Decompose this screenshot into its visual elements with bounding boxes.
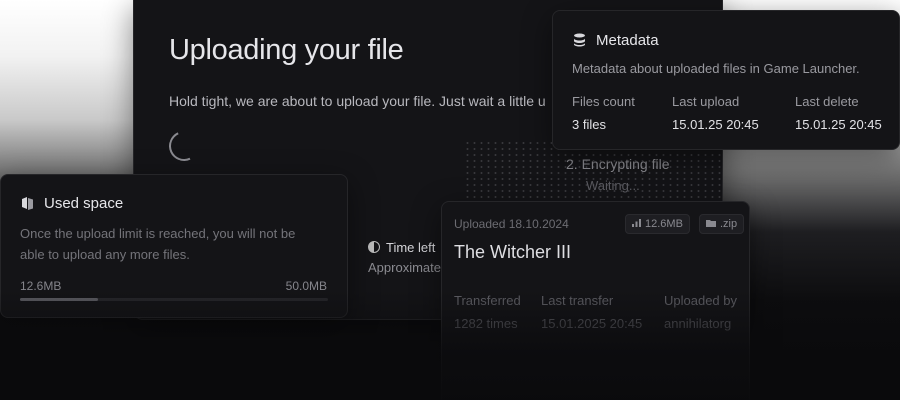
file-stat-label: Transferred xyxy=(454,293,521,308)
used-space-card: Used space Once the upload limit is reac… xyxy=(0,174,348,318)
bar-chart-icon xyxy=(632,219,641,227)
folder-icon xyxy=(706,220,716,227)
metadata-value: 15.01.25 20:45 xyxy=(795,117,882,132)
upload-step-status: Waiting... xyxy=(586,178,640,193)
database-icon xyxy=(573,33,586,51)
file-size-badge: 12.6MB xyxy=(625,214,690,234)
used-space-progress-fill xyxy=(20,298,98,301)
used-space-used: 12.6MB xyxy=(20,279,62,293)
file-stat-value: 1282 times xyxy=(454,316,518,331)
metadata-value: 3 files xyxy=(572,117,606,132)
used-space-header: Used space xyxy=(21,195,123,214)
upload-description: Hold tight, we are about to upload your … xyxy=(169,93,546,109)
upload-step-label: 2. Encrypting file xyxy=(566,156,670,172)
file-upload-date: Uploaded 18.10.2024 xyxy=(454,217,569,231)
used-space-progress-bar xyxy=(20,298,328,301)
loading-spinner-icon xyxy=(164,126,204,166)
metadata-label: Files count xyxy=(572,94,635,109)
upload-title: Uploading your file xyxy=(169,34,404,66)
metadata-label: Last upload xyxy=(672,94,740,109)
metadata-header: Metadata xyxy=(573,32,659,51)
storage-icon xyxy=(21,196,34,214)
file-card[interactable]: Uploaded 18.10.2024 12.6MB .zip The Witc… xyxy=(441,201,750,400)
file-type-text: .zip xyxy=(720,218,738,230)
metadata-label: Last delete xyxy=(795,94,859,109)
time-left-text: Time left xyxy=(386,240,436,255)
file-type-badge: .zip xyxy=(699,214,745,234)
metadata-card: Metadata Metadata about uploaded files i… xyxy=(552,10,900,150)
metadata-last-upload: Last upload 15.01.25 20:45 xyxy=(672,94,759,132)
file-stat-label: Uploaded by xyxy=(664,293,737,308)
used-space-title: Used space xyxy=(44,195,124,212)
file-size-text: 12.6MB xyxy=(645,218,683,230)
time-left-label: Time left xyxy=(368,240,435,255)
file-stat-value: 15.01.2025 20:45 xyxy=(541,316,643,331)
file-name: The Witcher III xyxy=(454,242,572,262)
metadata-title: Metadata xyxy=(596,32,659,49)
time-left-approx: Approximate xyxy=(368,260,441,275)
clock-icon xyxy=(368,241,380,253)
file-stat-transferred: Transferred 1282 times xyxy=(454,293,521,331)
metadata-files-count: Files count 3 files xyxy=(572,94,635,132)
used-space-limit: 50.0MB xyxy=(285,279,327,293)
file-stat-label: Last transfer xyxy=(541,293,614,308)
file-stat-value: annihilatorg xyxy=(664,316,732,331)
file-stat-last-transfer: Last transfer 15.01.2025 20:45 xyxy=(541,293,642,331)
used-space-description: Once the upload limit is reached, you wi… xyxy=(20,226,296,262)
metadata-subtitle: Metadata about uploaded files in Game La… xyxy=(572,61,860,76)
file-stat-uploaded-by: Uploaded by annihilatorg xyxy=(664,293,737,331)
metadata-value: 15.01.25 20:45 xyxy=(672,117,759,132)
metadata-last-delete: Last delete 15.01.25 20:45 xyxy=(795,94,882,132)
